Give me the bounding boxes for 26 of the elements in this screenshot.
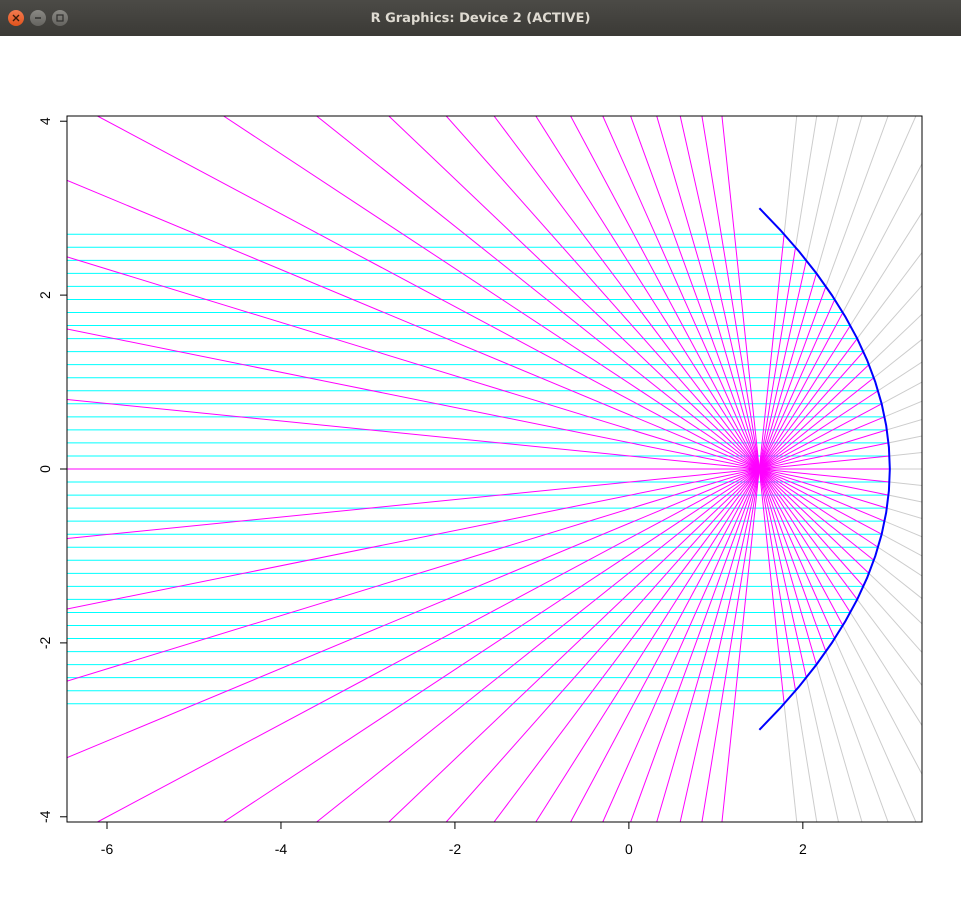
tick-label: -2 [448,841,462,857]
tick-label: 2 [798,841,807,857]
close-button[interactable] [8,10,24,26]
maximize-button[interactable] [52,10,68,26]
tick-mark [60,468,68,470]
tick-mark [60,816,68,818]
tick-label: 4 [37,117,53,126]
tick-mark [60,642,68,644]
tick-label: 2 [37,291,53,299]
window-title: R Graphics: Device 2 (ACTIVE) [370,10,590,26]
tick-mark [454,822,456,830]
tick-label: -4 [37,810,53,823]
tick-mark [106,822,108,830]
tick-label: -6 [100,841,114,857]
tick-label: 0 [37,465,53,473]
tick-mark [60,294,68,296]
tick-mark [802,822,804,830]
tick-mark [628,822,630,830]
maximize-icon [56,14,64,22]
tick-label: 0 [624,841,633,857]
tick-mark [60,120,68,122]
close-icon [12,14,20,22]
tick-label: -4 [274,841,288,857]
tick-label: -2 [37,636,53,650]
tick-mark [280,822,282,830]
minimize-button[interactable] [30,10,46,26]
